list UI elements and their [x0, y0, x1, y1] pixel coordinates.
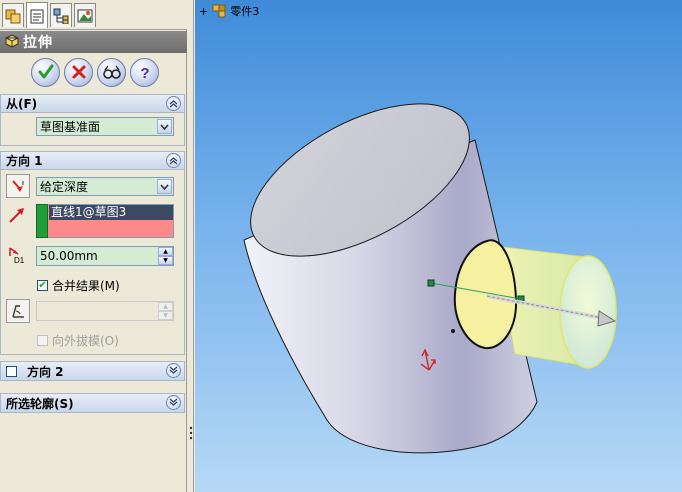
- cancel-x-icon: [72, 65, 85, 79]
- property-manager-icon: [30, 9, 44, 23]
- direction-vector-icon: [8, 206, 26, 227]
- selected-contours-header[interactable]: 所选轮廓(S): [1, 394, 184, 412]
- svg-text:?: ?: [140, 65, 149, 81]
- detailed-preview-icon: [102, 65, 121, 79]
- depth-input[interactable]: 50.00mm ▲ ▼: [36, 246, 174, 266]
- model-view[interactable]: [195, 0, 682, 492]
- depth-icon: D1: [6, 246, 28, 267]
- splitter-grip-icon: [189, 426, 193, 440]
- panel-splitter[interactable]: [187, 0, 194, 492]
- direction-reference-item[interactable]: 直线1@草图3: [49, 205, 173, 220]
- from-collapse-button[interactable]: [166, 96, 181, 111]
- feature-header: 拉伸: [0, 31, 187, 53]
- direction1-group-header[interactable]: 方向 1: [1, 152, 184, 170]
- draft-outward-checkbox: 向外拔模(O): [37, 332, 119, 349]
- tab-property-manager[interactable]: [26, 2, 48, 28]
- merge-result-label: 合并结果(M): [52, 279, 120, 293]
- direction1-collapse-button[interactable]: [166, 153, 181, 168]
- chevron-up-icon: [169, 100, 178, 108]
- draft-angle-icon: [12, 305, 24, 318]
- direction-reference-selection-box[interactable]: 直线1@草图3: [36, 204, 174, 238]
- help-button[interactable]: ?: [130, 57, 159, 87]
- depth-dimension-label: D1: [14, 256, 25, 264]
- direction2-group-header[interactable]: 方向 2: [1, 362, 184, 380]
- end-condition-value: 给定深度: [40, 180, 89, 194]
- tab-configuration-manager[interactable]: [50, 3, 72, 27]
- checkmark-icon: ✔: [37, 279, 48, 291]
- selection-active-indicator: [36, 204, 48, 238]
- start-condition-select[interactable]: 草图基准面: [36, 117, 174, 136]
- chevron-down-icon: [169, 366, 178, 374]
- draft-outward-label: 向外拔模(O): [52, 334, 119, 348]
- spin-up-icon: ▲: [158, 302, 173, 311]
- manager-tabbar: [0, 0, 187, 30]
- selected-contours-group: 所选轮廓(S): [0, 393, 185, 413]
- configuration-icon: [53, 8, 69, 24]
- direction1-group-title: 方向 1: [6, 154, 43, 168]
- direction2-checkbox[interactable]: 方向 2: [6, 363, 64, 380]
- direction2-expand-button[interactable]: [166, 363, 181, 378]
- display-manager-icon: [77, 9, 93, 22]
- chevron-down-icon[interactable]: [157, 119, 172, 134]
- from-group-header[interactable]: 从(F): [1, 95, 184, 113]
- graphics-viewport[interactable]: + 零件3: [195, 0, 682, 492]
- feature-title: 拉伸: [23, 35, 53, 51]
- draft-angle-spinner: ▲ ▼: [158, 302, 173, 320]
- selected-contours-title: 所选轮廓(S): [6, 396, 74, 411]
- sketch-vertex: [451, 329, 455, 333]
- action-buttons: ?: [0, 54, 187, 90]
- chevron-down-icon[interactable]: [157, 179, 172, 194]
- feature-tree-icon: [5, 9, 21, 23]
- chevron-down-icon: [169, 398, 178, 406]
- cancel-button[interactable]: [64, 57, 93, 87]
- spin-down-icon[interactable]: ▼: [158, 256, 173, 265]
- preview-button[interactable]: [97, 57, 126, 87]
- tab-display-manager[interactable]: [74, 3, 96, 27]
- sketch-point-start[interactable]: [427, 279, 435, 287]
- direction2-group: 方向 2: [0, 361, 185, 381]
- from-group-title: 从(F): [6, 97, 38, 111]
- depth-spinner[interactable]: ▲ ▼: [158, 247, 173, 265]
- checkbox-empty-icon: [6, 365, 17, 377]
- help-icon: ?: [140, 65, 149, 81]
- property-manager-panel: 拉伸 ? 从(F) 草图基准面 方向 1 给定深度 直线1@草图3 D1 50.…: [0, 0, 187, 492]
- chevron-up-icon: [169, 157, 178, 165]
- ok-button[interactable]: [31, 57, 60, 87]
- spin-down-icon: ▼: [158, 311, 173, 320]
- extrude-icon: [5, 34, 19, 48]
- direction2-title: 方向 2: [27, 364, 64, 379]
- spin-up-icon[interactable]: ▲: [158, 247, 173, 256]
- merge-result-checkbox[interactable]: ✔ 合并结果(M): [37, 277, 120, 294]
- start-condition-value: 草图基准面: [40, 120, 101, 134]
- selected-contours-expand-button[interactable]: [166, 395, 181, 410]
- depth-value: 50.00mm: [40, 249, 98, 263]
- draft-angle-input[interactable]: ▲ ▼: [36, 301, 174, 321]
- reverse-direction-button[interactable]: [6, 174, 30, 198]
- reverse-direction-icon: [12, 180, 24, 192]
- ok-check-icon: [38, 64, 53, 79]
- checkbox-empty-icon: [37, 335, 48, 346]
- end-condition-select[interactable]: 给定深度: [36, 177, 174, 196]
- tab-feature-manager[interactable]: [2, 3, 24, 27]
- draft-toggle-button[interactable]: [6, 299, 30, 323]
